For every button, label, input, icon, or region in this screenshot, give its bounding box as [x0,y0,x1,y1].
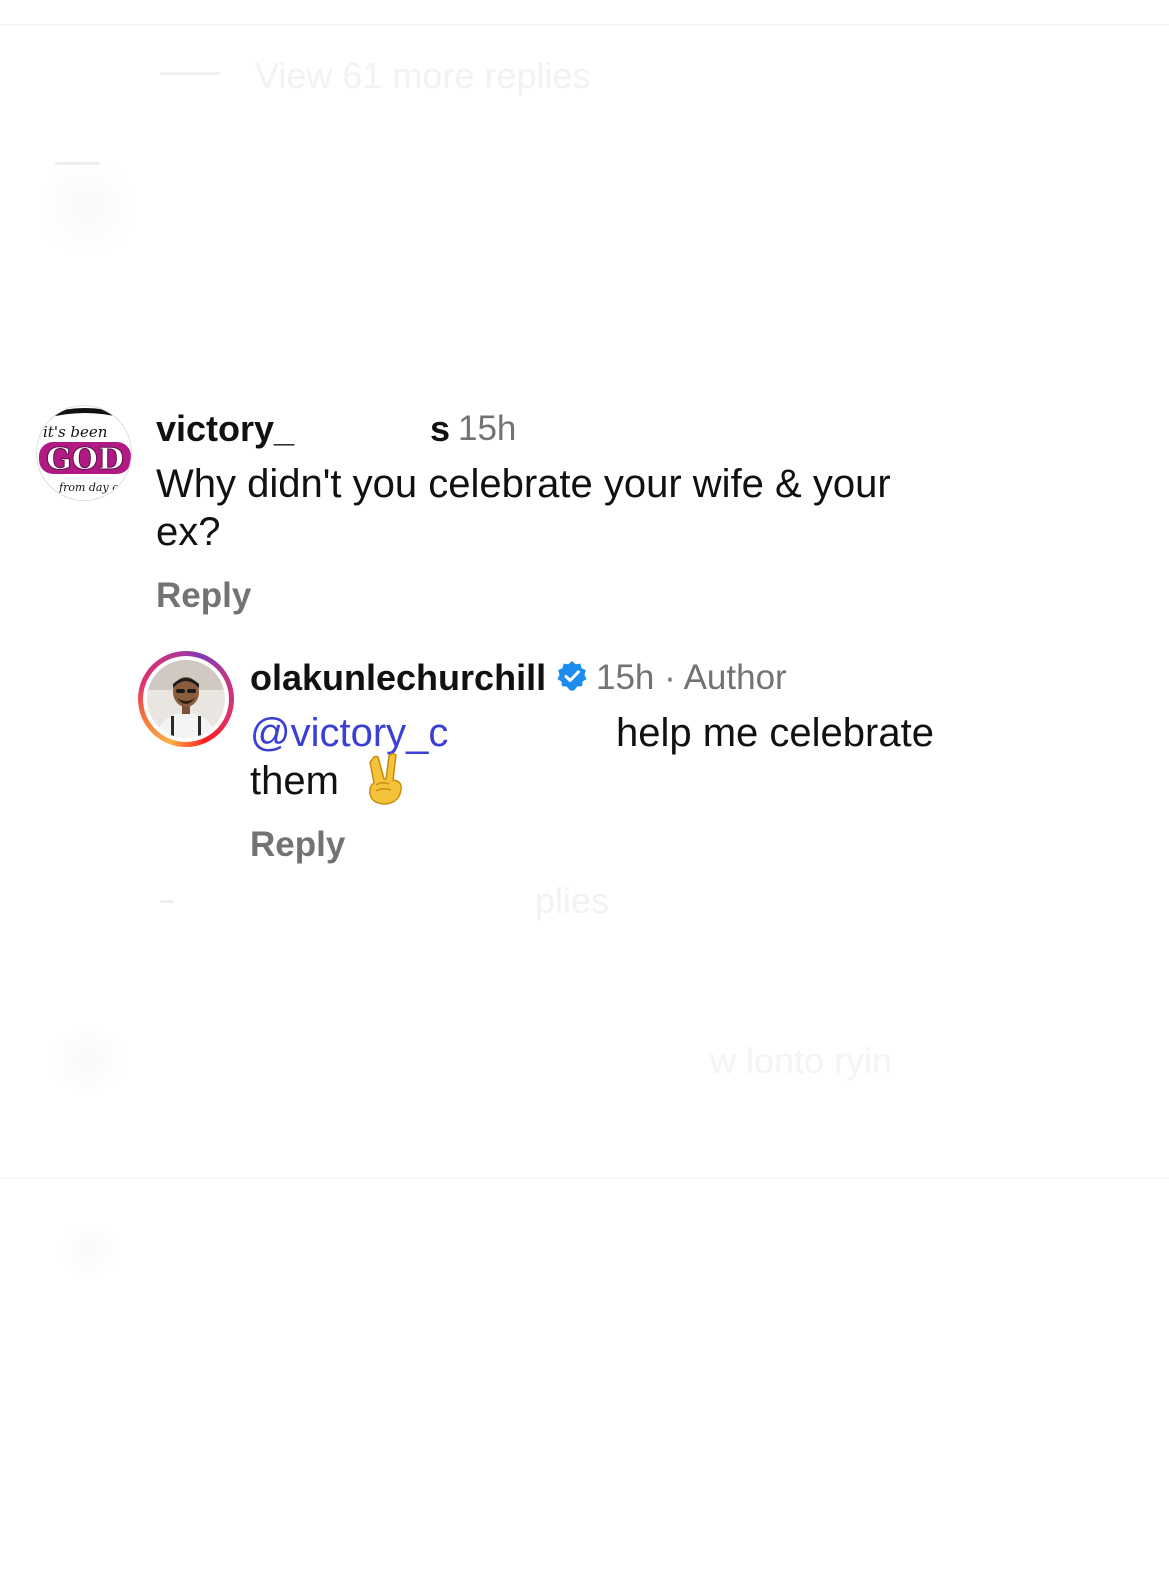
faded-divider [160,72,220,75]
reply-text-line1: @victory_c [250,709,448,757]
author-username[interactable]: olakunlechurchill [250,657,546,699]
faded-text: w lonto ryin [710,1040,893,1081]
victory-hand-emoji-icon [369,752,402,805]
faded-mark [55,162,100,165]
mention-link[interactable]: @victory_c [250,711,448,755]
top-divider [0,24,1169,25]
author-time: 15h · Author [596,658,787,697]
verified-badge-icon [557,661,587,691]
comment-username[interactable]: victory_ [156,408,294,450]
its-been-god-avatar-icon: it's been GOD from day o [37,406,131,500]
profile-photo [147,660,225,738]
person-photo-icon [147,660,225,738]
reply-button[interactable]: Reply [156,576,251,616]
faded-avatar-2 [45,1030,130,1090]
faded-heart [60,1225,120,1275]
reply-text-line2: them [250,759,339,803]
avatar-line1: it's been [43,423,107,441]
comment-text-line1: Why didn't you celebrate your wife & you… [156,462,891,506]
faded-view-more-replies: View 61 more replies [255,55,591,96]
reply-button-2[interactable]: Reply [250,825,345,865]
comment-username-tail[interactable]: s [430,408,450,450]
reply-text-rest: help me celebrate [616,711,934,755]
faded-dash [160,900,174,903]
avatar-olakunlechurchill[interactable] [138,651,234,747]
faded-view-replies: plies [535,880,610,921]
avatar-line2: GOD [46,442,124,477]
avatar-victory[interactable]: it's been GOD from day o [36,405,132,501]
avatar-line3: from day o [58,481,119,494]
bottom-divider [0,1178,1169,1179]
faded-avatar [40,160,135,255]
comment-text-line2: ex? [156,510,221,554]
comment-time: 15h [458,409,517,448]
